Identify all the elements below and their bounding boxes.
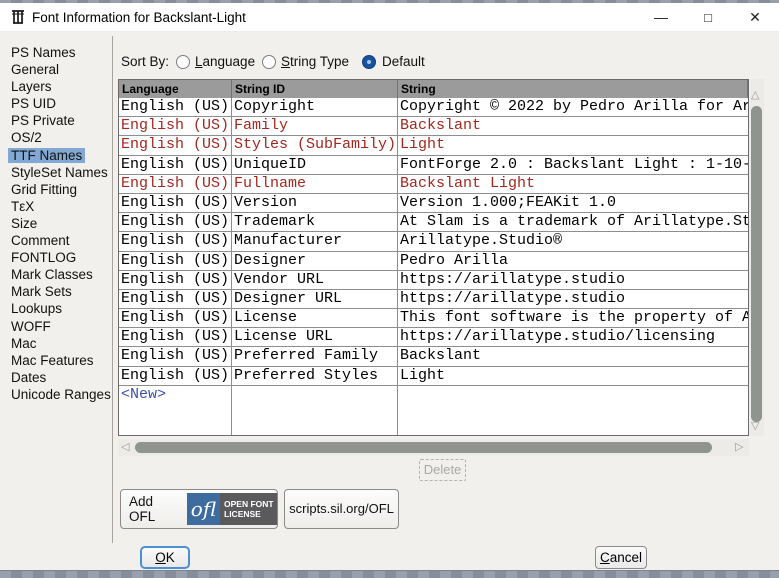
radio-string-type-label[interactable]: String Type: [281, 54, 349, 69]
sidebar-item-tex[interactable]: TεX: [8, 198, 112, 215]
sidebar-item-woff[interactable]: WOFF: [8, 318, 112, 335]
radio-string-type[interactable]: [262, 55, 276, 69]
sidebar-item-ttf-names[interactable]: TTF Names: [8, 147, 112, 164]
maximize-button[interactable]: □: [685, 3, 731, 32]
sidebar-item-dates[interactable]: Dates: [8, 369, 112, 386]
sidebar-item-mark-sets[interactable]: Mark Sets: [8, 283, 112, 300]
horizontal-scrollbar-thumb[interactable]: [135, 442, 712, 453]
delete-button[interactable]: Delete: [419, 459, 466, 481]
scroll-left-icon[interactable]: ◁: [121, 442, 129, 453]
fontforge-icon: [10, 8, 26, 26]
minimize-button[interactable]: —: [638, 3, 684, 32]
sidebar-item-styleset-names[interactable]: StyleSet Names: [8, 164, 112, 181]
column-header-string: String: [398, 80, 748, 98]
sidebar-item-unicode-ranges[interactable]: Unicode Ranges: [8, 386, 112, 403]
font-information-window: Font Information for Backslant-Light — □…: [0, 0, 779, 578]
table-row[interactable]: English (US) Preferred Styles Light: [119, 367, 748, 386]
sort-by-label: Sort By:: [121, 54, 169, 69]
table-row[interactable]: English (US) Family Backslant: [119, 117, 748, 136]
table-row[interactable]: English (US) Vendor URL https://arillaty…: [119, 271, 748, 290]
sidebar-item-ps-uid[interactable]: PS UID: [8, 95, 112, 112]
sidebar-item-mac[interactable]: Mac: [8, 335, 112, 352]
ok-button[interactable]: OK: [140, 546, 190, 569]
sidebar-item-ps-private[interactable]: PS Private: [8, 112, 112, 129]
table-row[interactable]: English (US) Copyright Copyright © 2022 …: [119, 98, 748, 117]
cancel-button[interactable]: Cancel: [595, 546, 647, 569]
ttf-names-table: Language String ID String English (US) C…: [118, 79, 749, 436]
horizontal-scrollbar[interactable]: ◁ ▷: [118, 439, 749, 456]
table-row[interactable]: English (US) License URL https://arillat…: [119, 328, 748, 347]
sidebar-item-os2[interactable]: OS/2: [8, 129, 112, 146]
radio-default-label[interactable]: Default: [382, 54, 425, 69]
sidebar-item-ps-names[interactable]: PS Names: [8, 44, 112, 61]
radio-default[interactable]: [362, 55, 376, 69]
table-row[interactable]: English (US) License This font software …: [119, 309, 748, 328]
radio-language-label[interactable]: Language: [195, 54, 255, 69]
table-header-row: Language String ID String: [119, 80, 748, 98]
window-title: Font Information for Backslant-Light: [32, 3, 246, 32]
sidebar-divider: [112, 36, 113, 543]
scroll-down-icon[interactable]: ▽: [751, 421, 759, 432]
sidebar-item-layers[interactable]: Layers: [8, 78, 112, 95]
radio-language[interactable]: [176, 55, 190, 69]
sidebar-item-general[interactable]: General: [8, 61, 112, 78]
sidebar-item-lookups[interactable]: Lookups: [8, 300, 112, 317]
sidebar-item-grid-fitting[interactable]: Grid Fitting: [8, 181, 112, 198]
vertical-scrollbar-thumb[interactable]: [751, 106, 762, 422]
sidebar-item-comment[interactable]: Comment: [8, 232, 112, 249]
ofl-logo-icon: ofl OPEN FONT LICENSE: [187, 493, 277, 525]
table-row[interactable]: English (US) UniqueID FontForge 2.0 : Ba…: [119, 156, 748, 175]
sidebar-item-mac-features[interactable]: Mac Features: [8, 352, 112, 369]
column-header-language: Language: [119, 80, 232, 98]
sidebar-item-fontlog[interactable]: FONTLOG: [8, 249, 112, 266]
column-header-string-id: String ID: [232, 80, 398, 98]
titlebar: Font Information for Backslant-Light — □…: [0, 3, 779, 32]
scroll-up-icon[interactable]: △: [751, 90, 759, 101]
sidebar-item-mark-classes[interactable]: Mark Classes: [8, 266, 112, 283]
add-ofl-button[interactable]: Add OFL ofl OPEN FONT LICENSE: [120, 489, 278, 529]
table-row[interactable]: English (US) Designer URL https://arilla…: [119, 290, 748, 309]
category-list: PS Names General Layers PS UID PS Privat…: [8, 44, 112, 403]
table-empty-area: [119, 405, 748, 435]
table-row[interactable]: English (US) Designer Pedro Arilla: [119, 252, 748, 271]
table-row[interactable]: English (US) Fullname Backslant Light: [119, 175, 748, 194]
sidebar-item-size[interactable]: Size: [8, 215, 112, 232]
background-pattern-bottom: [0, 570, 779, 578]
table-row[interactable]: English (US) Styles (SubFamily) Light: [119, 136, 748, 155]
table-row[interactable]: English (US) Version Version 1.000;FEAKi…: [119, 194, 748, 213]
vertical-scrollbar[interactable]: △ ▽: [750, 79, 764, 436]
table-row[interactable]: English (US) Manufacturer Arillatype.Stu…: [119, 232, 748, 251]
new-entry-row[interactable]: <New>: [119, 386, 748, 405]
table-row[interactable]: English (US) Preferred Family Backslant: [119, 347, 748, 366]
close-button[interactable]: ✕: [732, 3, 778, 32]
ofl-url-button[interactable]: scripts.sil.org/OFL: [284, 489, 399, 529]
scroll-right-icon[interactable]: ▷: [735, 442, 743, 453]
table-row[interactable]: English (US) Trademark At Slam is a trad…: [119, 213, 748, 232]
